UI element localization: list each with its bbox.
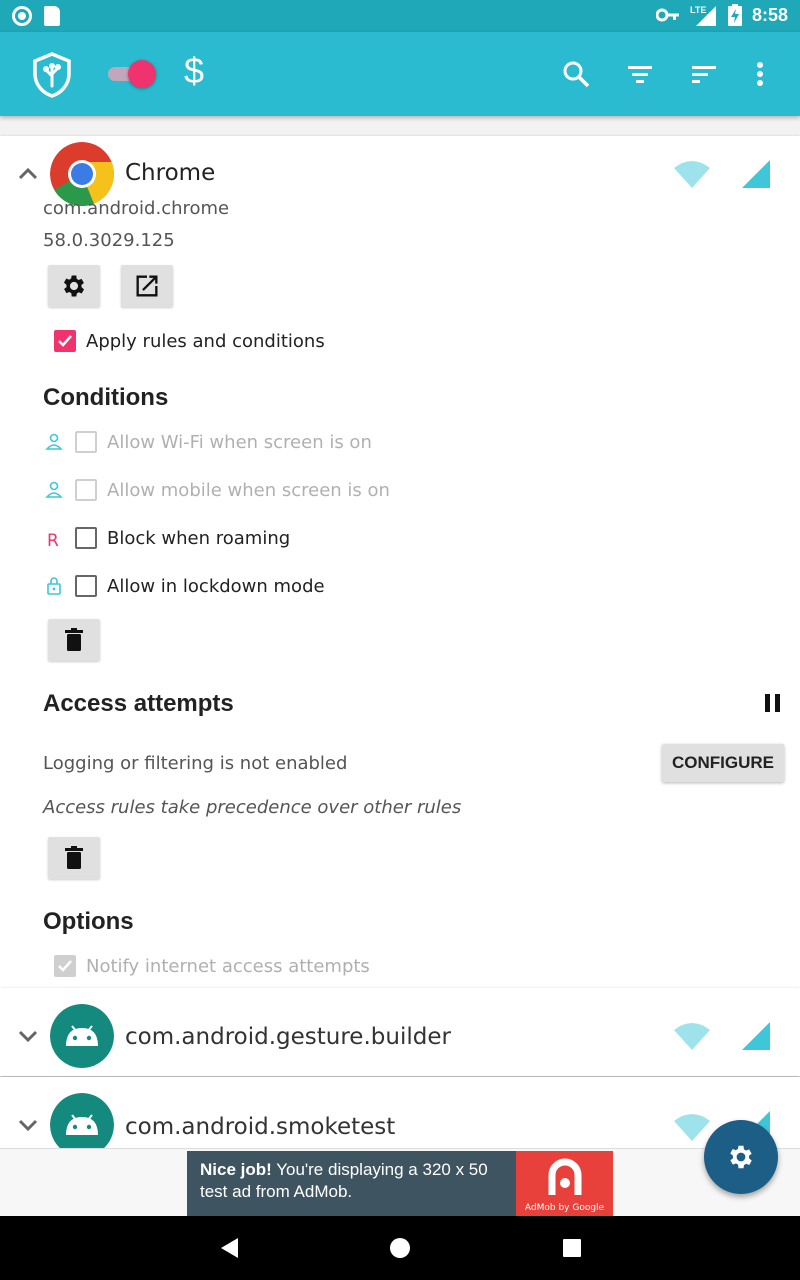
toolbar: $ bbox=[0, 32, 800, 116]
chevron-down-icon[interactable] bbox=[16, 1024, 40, 1048]
roaming-indicator: R bbox=[47, 531, 59, 551]
app-version: 58.0.3029.125 bbox=[43, 230, 175, 251]
android-app-icon bbox=[50, 1093, 114, 1148]
search-icon[interactable] bbox=[560, 58, 592, 90]
back-icon[interactable] bbox=[218, 1236, 242, 1260]
admob-logo: AdMob by Google bbox=[516, 1151, 613, 1217]
wifi-icon[interactable] bbox=[674, 160, 710, 190]
app-card-gesture-builder[interactable]: com.android.gesture.builder bbox=[0, 988, 800, 1076]
app-list[interactable]: Chrome com.android.chrome 58.0.3029.125 … bbox=[0, 116, 800, 1148]
app-card-chrome[interactable]: Chrome com.android.chrome 58.0.3029.125 … bbox=[0, 136, 800, 988]
more-vert-icon[interactable] bbox=[744, 58, 776, 90]
recents-icon[interactable] bbox=[560, 1236, 584, 1260]
status-bar: LTE 8:58 bbox=[0, 0, 800, 32]
allow-mobile-screen-label[interactable]: Allow mobile when screen is on bbox=[107, 480, 390, 501]
gear-icon bbox=[63, 275, 85, 297]
home-icon[interactable] bbox=[388, 1236, 412, 1260]
enable-switch[interactable] bbox=[108, 60, 156, 88]
allow-mobile-screen-checkbox[interactable] bbox=[75, 479, 97, 501]
options-heading: Options bbox=[43, 908, 134, 935]
apply-rules-label[interactable]: Apply rules and conditions bbox=[86, 331, 325, 352]
signal-icon: LTE bbox=[690, 5, 716, 26]
delete-conditions-button[interactable] bbox=[48, 619, 100, 661]
delete-access-button[interactable] bbox=[48, 837, 100, 879]
app-name[interactable]: Chrome bbox=[125, 160, 215, 186]
apply-rules-checkbox[interactable] bbox=[54, 330, 76, 352]
delete-icon bbox=[65, 846, 83, 869]
sort-icon[interactable] bbox=[688, 58, 720, 90]
sync-icon bbox=[12, 6, 32, 26]
logging-status: Logging or filtering is not enabled bbox=[43, 753, 348, 774]
admob-icon bbox=[548, 1158, 582, 1195]
battery-charging-icon bbox=[727, 4, 742, 26]
dollar-icon[interactable]: $ bbox=[184, 50, 204, 92]
mobile-data-icon[interactable] bbox=[740, 158, 776, 188]
notify-label[interactable]: Notify internet access attempts bbox=[86, 956, 370, 977]
wifi-icon[interactable] bbox=[674, 1022, 710, 1052]
sd-card-icon bbox=[44, 6, 60, 26]
chevron-down-icon[interactable] bbox=[16, 1113, 40, 1137]
settings-button[interactable] bbox=[48, 265, 100, 307]
app-name[interactable]: com.android.gesture.builder bbox=[125, 1024, 451, 1050]
chevron-up-icon[interactable] bbox=[16, 162, 40, 186]
conditions-heading: Conditions bbox=[43, 384, 169, 411]
ad-text: Nice job! You're displaying a 320 x 50 t… bbox=[200, 1159, 510, 1203]
precedence-note: Access rules take precedence over other … bbox=[43, 797, 462, 818]
configure-button[interactable]: CONFIGURE bbox=[662, 744, 784, 782]
vpn-key-icon bbox=[655, 8, 679, 22]
ad-banner[interactable]: Nice job! You're displaying a 320 x 50 t… bbox=[187, 1151, 613, 1217]
allow-wifi-screen-checkbox[interactable] bbox=[75, 431, 97, 453]
person-icon bbox=[45, 433, 63, 450]
gear-icon bbox=[730, 1145, 752, 1169]
navigation-bar bbox=[0, 1216, 800, 1280]
wifi-icon[interactable] bbox=[674, 1113, 710, 1143]
allow-wifi-screen-label[interactable]: Allow Wi-Fi when screen is on bbox=[107, 432, 372, 453]
lockdown-checkbox[interactable] bbox=[75, 575, 97, 597]
launch-button[interactable] bbox=[121, 265, 173, 307]
app-name[interactable]: com.android.smoketest bbox=[125, 1114, 395, 1140]
access-attempts-heading: Access attempts bbox=[43, 690, 234, 717]
block-roaming-checkbox[interactable] bbox=[75, 527, 97, 549]
pause-icon[interactable] bbox=[762, 692, 784, 714]
lock-icon bbox=[47, 577, 61, 595]
block-roaming-label[interactable]: Block when roaming bbox=[107, 528, 290, 549]
settings-fab[interactable] bbox=[704, 1120, 778, 1194]
status-time: 8:58 bbox=[751, 4, 788, 25]
open-in-new-icon bbox=[136, 275, 158, 297]
switch-thumb bbox=[128, 60, 156, 88]
android-app-icon bbox=[50, 1004, 114, 1068]
check-icon bbox=[58, 335, 72, 347]
app-card-smoketest[interactable]: com.android.smoketest bbox=[0, 1077, 800, 1148]
notify-checkbox[interactable] bbox=[54, 955, 76, 977]
shield-icon[interactable] bbox=[32, 52, 72, 98]
mobile-data-icon[interactable] bbox=[740, 1020, 776, 1050]
network-type-label: LTE bbox=[690, 5, 706, 15]
package-name: com.android.chrome bbox=[43, 198, 230, 219]
person-icon bbox=[45, 481, 63, 498]
chrome-app-icon bbox=[50, 142, 114, 206]
ad-bold-text: Nice job! bbox=[200, 1160, 272, 1179]
check-icon bbox=[58, 960, 72, 972]
lockdown-label[interactable]: Allow in lockdown mode bbox=[107, 576, 325, 597]
admob-caption: AdMob by Google bbox=[524, 1203, 605, 1213]
ad-area: Nice job! You're displaying a 320 x 50 t… bbox=[0, 1148, 800, 1217]
filter-icon[interactable] bbox=[624, 58, 656, 90]
delete-icon bbox=[65, 628, 83, 651]
